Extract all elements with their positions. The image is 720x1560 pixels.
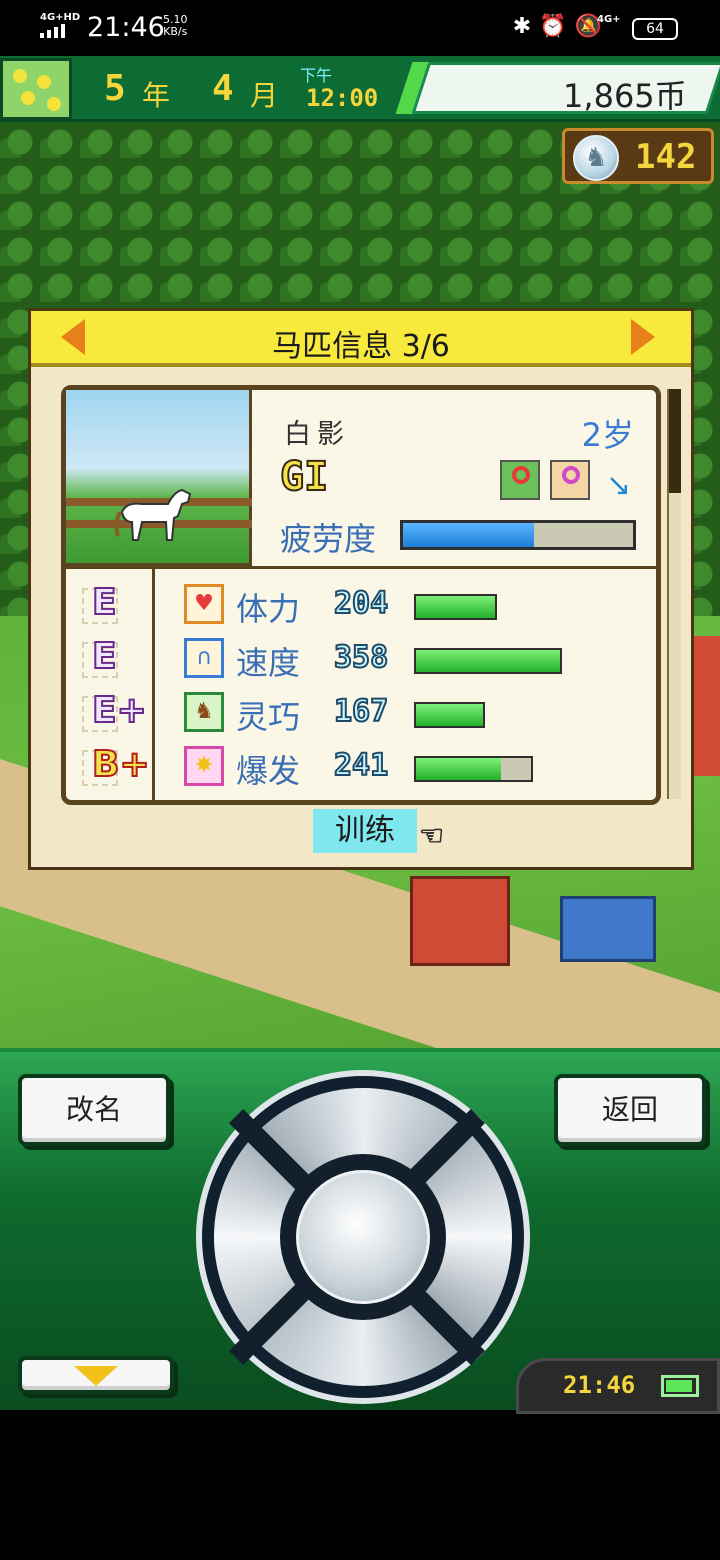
network-speed: 5.10 KB/s bbox=[163, 13, 188, 38]
game-clock: 12:00 bbox=[306, 84, 379, 112]
horseshoe-icon: ∩ bbox=[184, 638, 224, 678]
scrollbar-thumb[interactable] bbox=[669, 389, 681, 493]
fatigue-label: 疲劳度 bbox=[280, 520, 377, 558]
heart-icon: ♥ bbox=[184, 584, 224, 624]
horse-age: 2岁 bbox=[581, 416, 634, 454]
stat-rank: E bbox=[91, 581, 118, 624]
month-unit: 月 bbox=[250, 79, 279, 112]
alarm-icon: ⏰ bbox=[539, 14, 575, 39]
stat-bar bbox=[414, 756, 533, 782]
panel-title: 马匹信息 3/6 bbox=[272, 329, 450, 364]
horse-info-panel: 马匹信息 3/6 白影 2岁 GI ↘ 疲劳度 E ♥ 体力 204 E ∩ 速… bbox=[28, 308, 694, 870]
horseshoe-coin-icon: ♞ bbox=[573, 135, 619, 181]
top-hud: 5 年 4 月 下午 12:00 1,865币 bbox=[0, 56, 720, 122]
signal-icon bbox=[40, 24, 72, 38]
stat-name: 速度 bbox=[236, 644, 301, 682]
turf-trait-icon bbox=[500, 460, 540, 500]
stat-bar bbox=[414, 702, 485, 728]
horse-name: 白影 bbox=[284, 419, 350, 450]
stat-value: 241 bbox=[333, 747, 389, 784]
horse-card: 白影 2岁 GI ↘ 疲劳度 E ♥ 体力 204 E ∩ 速度 358 E+ … bbox=[61, 385, 661, 805]
fatigue-bar bbox=[400, 520, 636, 550]
money-box: 1,865币 bbox=[411, 62, 720, 115]
horse-icon: ♞ bbox=[184, 692, 224, 732]
stat-rank: E bbox=[91, 635, 118, 678]
stat-row-speed: E ∩ 速度 358 bbox=[66, 634, 656, 686]
dpad[interactable] bbox=[196, 1070, 530, 1404]
month-value: 4 bbox=[212, 68, 234, 109]
ampm-label: 下午 bbox=[300, 66, 333, 85]
year-value: 5 bbox=[104, 68, 126, 109]
mini-battery-icon bbox=[661, 1375, 699, 1397]
horse-portrait bbox=[66, 390, 252, 566]
season-flower-icon bbox=[0, 58, 72, 120]
network-label: 4G+HD bbox=[40, 12, 81, 23]
stat-row-stamina: E ♥ 体力 204 bbox=[66, 580, 656, 632]
panel-header: 马匹信息 3/6 bbox=[31, 311, 691, 367]
stat-bar-fill bbox=[416, 596, 495, 618]
money-value: 1,865币 bbox=[563, 77, 688, 115]
year-unit: 年 bbox=[142, 79, 171, 112]
network2-label: 4G+ bbox=[597, 14, 621, 25]
status-time: 21:46 bbox=[87, 12, 165, 43]
coin-count: 142 bbox=[635, 137, 697, 177]
burst-icon: ✸ bbox=[184, 746, 224, 786]
dpad-center-button[interactable] bbox=[296, 1170, 430, 1304]
battery-icon: 64 bbox=[632, 18, 678, 40]
coin-badge[interactable]: ♞ 142 bbox=[562, 128, 714, 184]
rename-button[interactable]: 改名 bbox=[18, 1074, 170, 1146]
stat-name: 爆发 bbox=[236, 752, 301, 790]
back-button[interactable]: 返回 bbox=[554, 1074, 706, 1146]
mini-status: 21:46 bbox=[516, 1358, 720, 1414]
pointing-hand-icon: ☜ bbox=[418, 819, 445, 853]
barn-building[interactable] bbox=[690, 636, 720, 776]
status-icons: ✱⏰🔕 bbox=[513, 14, 610, 39]
stat-row-agility: E+ ♞ 灵巧 167 bbox=[66, 688, 656, 740]
status-bar: 4G+HD 21:46 5.10 KB/s ✱⏰🔕 4G+ 64 bbox=[0, 0, 720, 56]
controller-panel: 改名 返回 21:46 bbox=[0, 1048, 720, 1414]
triangle-down-icon bbox=[74, 1366, 118, 1386]
stat-bar bbox=[414, 648, 562, 674]
stat-name: 灵巧 bbox=[236, 698, 301, 736]
bluetooth-icon: ✱ bbox=[512, 14, 540, 39]
panel-scrollbar[interactable] bbox=[667, 389, 681, 799]
stat-value: 358 bbox=[333, 639, 389, 676]
white-horse-icon bbox=[114, 488, 192, 541]
stat-row-burst: B+ ✸ 爆发 241 bbox=[66, 742, 656, 794]
train-button[interactable]: 训练 bbox=[313, 809, 417, 853]
trend-arrow-icon: ↘ bbox=[606, 468, 632, 503]
stat-rank: E+ bbox=[91, 689, 148, 732]
stat-value: 167 bbox=[333, 693, 389, 730]
next-arrow-icon[interactable] bbox=[631, 319, 655, 355]
mini-clock: 21:46 bbox=[563, 1371, 636, 1399]
stat-rank: B+ bbox=[91, 743, 151, 786]
stat-bar-fill bbox=[416, 650, 560, 672]
menu-toggle-button[interactable] bbox=[18, 1356, 174, 1394]
grade-label: GI bbox=[279, 453, 329, 501]
house-building[interactable] bbox=[560, 896, 656, 962]
stat-bar bbox=[414, 594, 497, 620]
stat-value: 204 bbox=[333, 585, 389, 622]
dirt-trait-icon bbox=[550, 460, 590, 500]
stable-building[interactable] bbox=[410, 876, 510, 966]
fatigue-fill bbox=[403, 523, 534, 547]
stat-bar-fill bbox=[416, 704, 483, 726]
stat-name: 体力 bbox=[236, 590, 301, 628]
stat-bar-fill bbox=[416, 758, 501, 780]
